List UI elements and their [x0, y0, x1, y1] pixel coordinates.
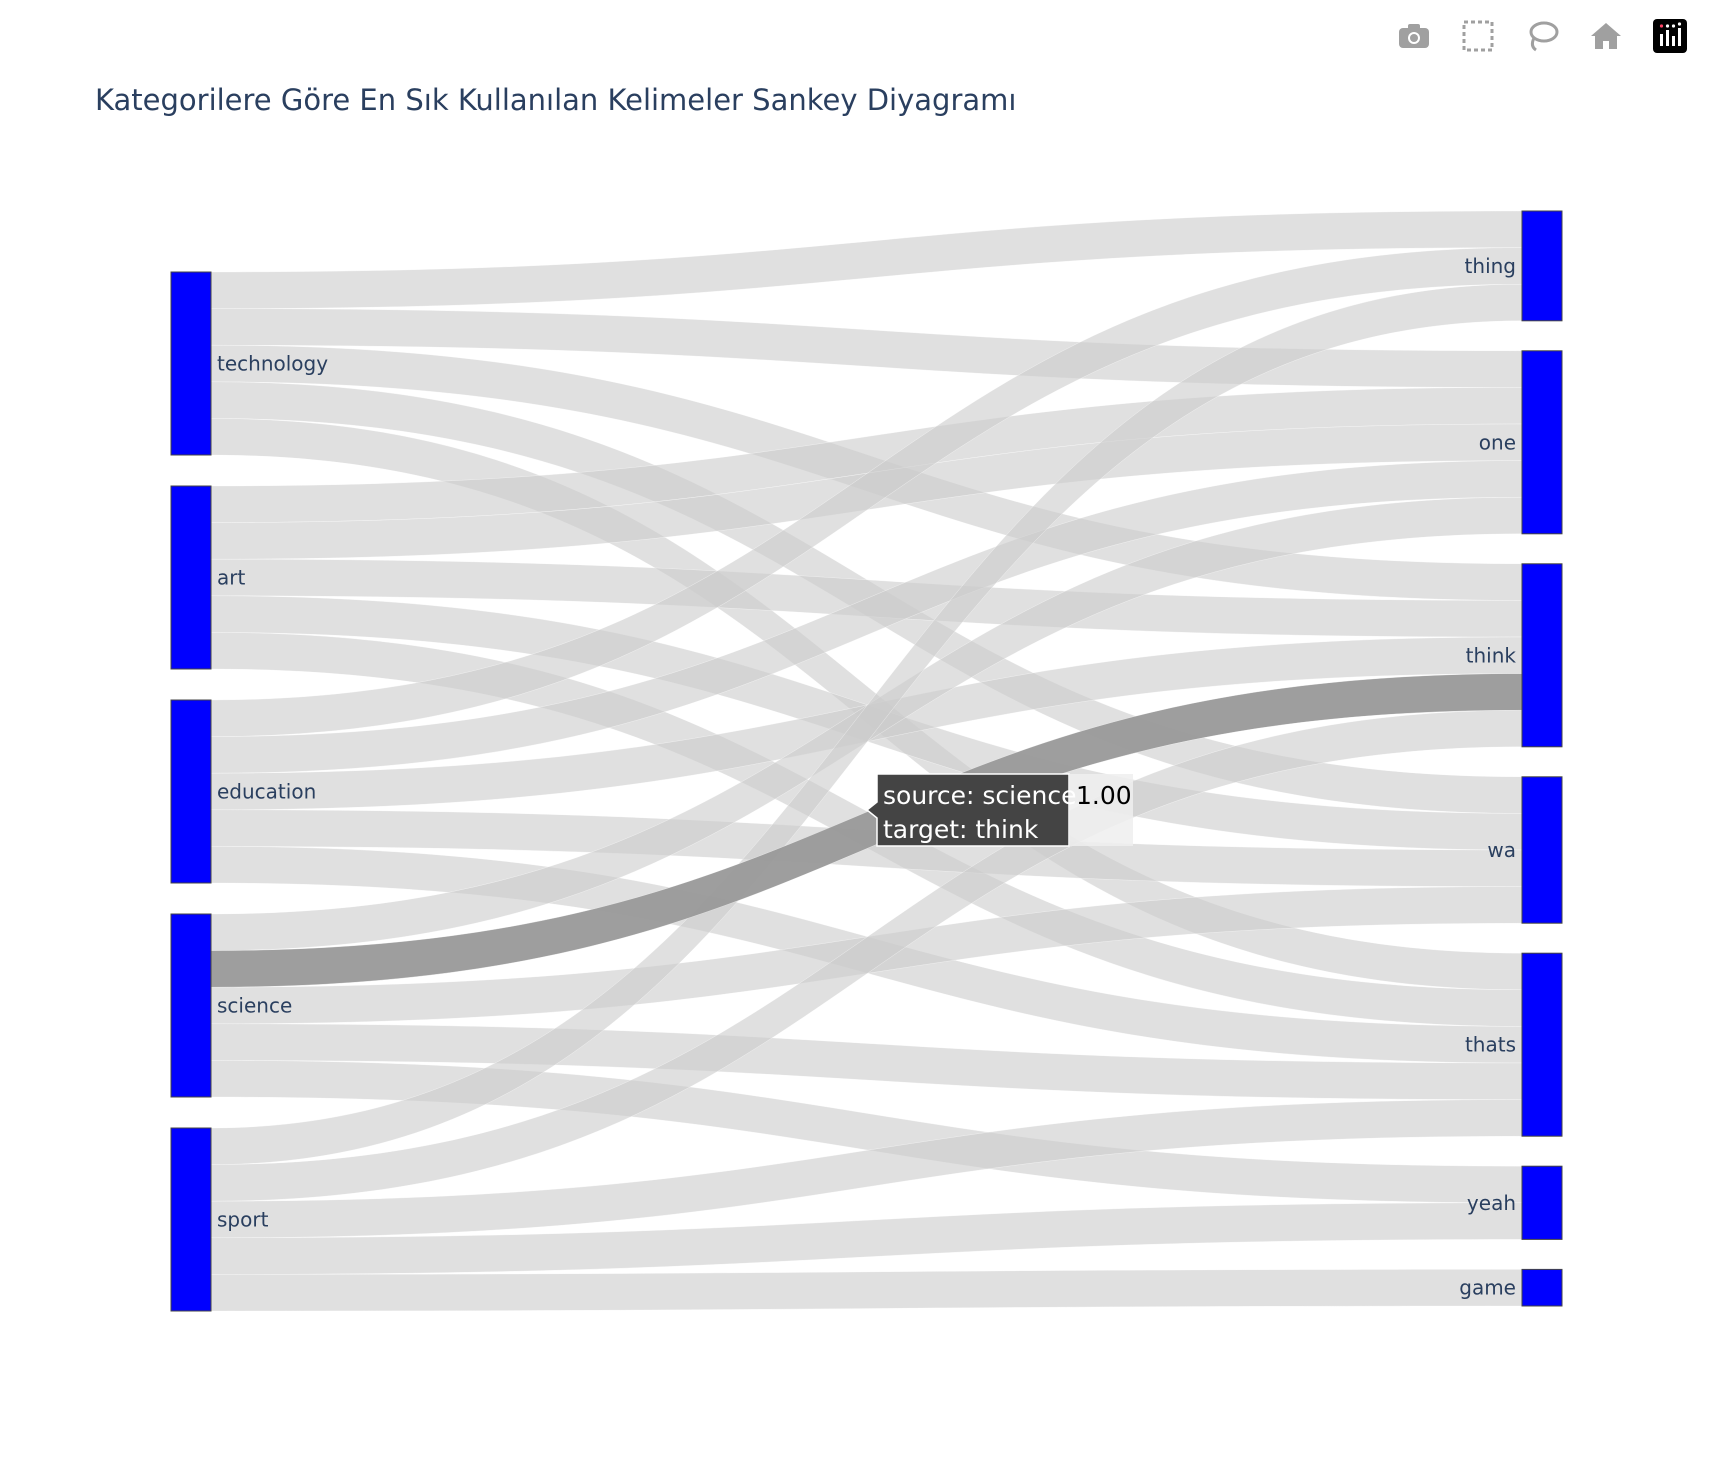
- node-thats[interactable]: [1521, 952, 1563, 1137]
- node-label-think: think: [1466, 643, 1517, 667]
- node-label-thing: thing: [1465, 254, 1516, 278]
- node-label-yeah: yeah: [1467, 1191, 1516, 1215]
- tooltip-target: target: think: [883, 815, 1039, 844]
- hover-tooltip: source: science target: think 1.00: [865, 773, 1133, 847]
- node-label-education: education: [217, 780, 316, 804]
- home-icon[interactable]: [1574, 14, 1638, 58]
- plotly-logo-icon[interactable]: [1638, 14, 1702, 58]
- node-label-technology: technology: [217, 352, 328, 376]
- node-wa[interactable]: [1521, 776, 1563, 924]
- node-thing[interactable]: [1521, 210, 1563, 322]
- tooltip-source: source: science: [883, 781, 1076, 810]
- node-label-one: one: [1479, 430, 1516, 454]
- tooltip-value: 1.00: [1076, 781, 1132, 810]
- links-layer: [210, 210, 1523, 1312]
- node-one[interactable]: [1521, 350, 1563, 535]
- box-select-icon[interactable]: [1446, 14, 1510, 58]
- node-label-wa: wa: [1487, 838, 1516, 862]
- chart-title: Kategorilere Göre En Sık Kullanılan Keli…: [95, 83, 1016, 117]
- sankey-chart: Kategorilere Göre En Sık Kullanılan Keli…: [95, 83, 1563, 1312]
- camera-icon[interactable]: [1382, 14, 1446, 58]
- node-art[interactable]: [170, 485, 212, 670]
- node-think[interactable]: [1521, 563, 1563, 748]
- node-label-sport: sport: [217, 1208, 269, 1232]
- node-yeah[interactable]: [1521, 1165, 1563, 1240]
- node-label-science: science: [217, 994, 292, 1018]
- lasso-icon[interactable]: [1510, 14, 1574, 58]
- modebar: [1382, 14, 1702, 58]
- node-sport[interactable]: [170, 1127, 212, 1312]
- node-technology[interactable]: [170, 271, 212, 456]
- node-game[interactable]: [1521, 1268, 1563, 1307]
- node-education[interactable]: [170, 699, 212, 884]
- node-science[interactable]: [170, 913, 212, 1098]
- node-label-art: art: [217, 566, 245, 590]
- link-sport-game[interactable]: [210, 1269, 1523, 1312]
- node-label-thats: thats: [1465, 1033, 1516, 1057]
- node-label-game: game: [1459, 1276, 1516, 1300]
